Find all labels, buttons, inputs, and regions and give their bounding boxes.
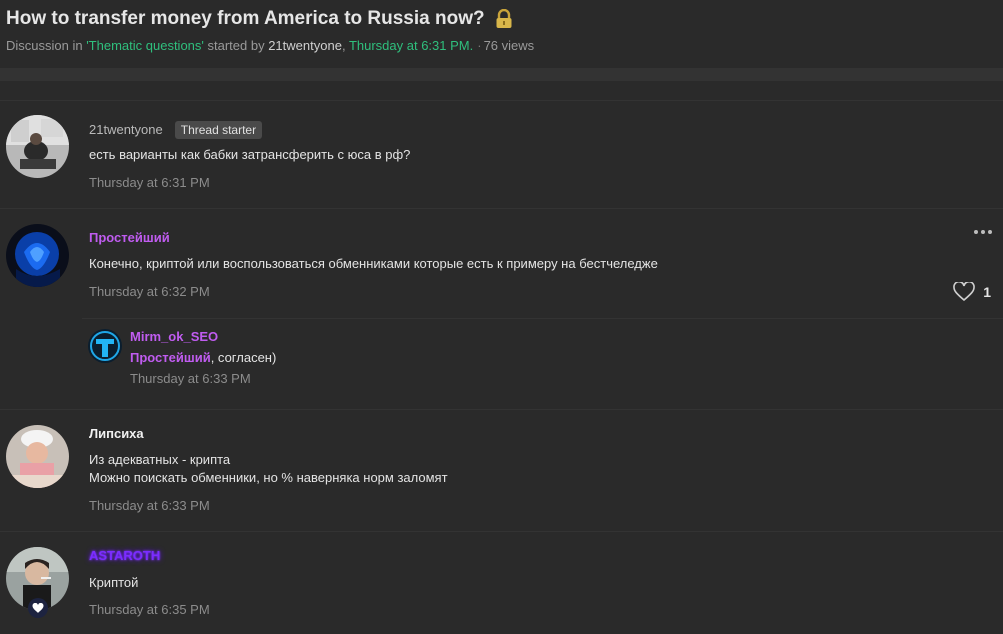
post-username[interactable]: 21twentyone Thread starter bbox=[89, 121, 263, 139]
thread-start-time[interactable]: Thursday at 6:31 PM. bbox=[349, 38, 473, 53]
like-count: 1 bbox=[983, 284, 991, 300]
meta-comma: , bbox=[341, 38, 349, 53]
post-message: Конечно, криптой или воспользоваться обм… bbox=[89, 256, 658, 271]
heart-badge-icon bbox=[28, 598, 48, 618]
thread-starter-link[interactable]: 21twentyone bbox=[268, 38, 342, 53]
post-message: Из адекватных - крипта Можно поискать об… bbox=[89, 451, 448, 487]
header-divider-band bbox=[0, 68, 1003, 81]
comment-reply: Mirm_ok_SEO Простейший, согласен) Thursd… bbox=[82, 318, 1003, 409]
message-line-2: Можно поискать обменники, но % наверняка… bbox=[89, 470, 448, 485]
mention-link[interactable]: Простейший bbox=[130, 350, 211, 365]
avatar[interactable] bbox=[6, 224, 69, 287]
avatar[interactable] bbox=[6, 425, 69, 488]
reply-message-text: , согласен) bbox=[210, 350, 277, 365]
post-username[interactable]: Липсиха bbox=[89, 426, 144, 441]
thread-meta: Discussion in 'Thematic questions' start… bbox=[6, 38, 1003, 53]
view-count: 76 views bbox=[483, 38, 535, 53]
post-4: ASTAROTH Криптой Thursday at 6:35 PM bbox=[0, 531, 1003, 634]
post-username[interactable]: Простейший bbox=[89, 230, 170, 245]
thread-title: How to transfer money from America to Ru… bbox=[6, 8, 485, 29]
lock-icon bbox=[496, 9, 512, 28]
meta-prefix: Discussion in bbox=[6, 38, 87, 53]
post-message: есть варианты как бабки затрансферить с … bbox=[89, 147, 411, 162]
post-time[interactable]: Thursday at 6:32 PM bbox=[89, 284, 210, 299]
reply-username[interactable]: Mirm_ok_SEO bbox=[130, 329, 218, 344]
post-time[interactable]: Thursday at 6:33 PM bbox=[89, 498, 210, 513]
post-1: 21twentyone Thread starter есть варианты … bbox=[0, 100, 1003, 209]
like-button[interactable]: 1 bbox=[953, 282, 991, 302]
username-text[interactable]: 21twentyone bbox=[89, 122, 163, 137]
thread-title-row: How to transfer money from America to Ru… bbox=[6, 6, 1003, 32]
post-message: Криптой bbox=[89, 575, 139, 590]
reply-time[interactable]: Thursday at 6:33 PM bbox=[130, 371, 251, 386]
post-time[interactable]: Thursday at 6:31 PM bbox=[89, 175, 210, 190]
reply-message: Простейший, согласен) bbox=[130, 350, 276, 365]
post-username[interactable]: ASTAROTH bbox=[89, 548, 160, 563]
meta-dot: · bbox=[477, 38, 482, 53]
avatar[interactable] bbox=[6, 115, 69, 178]
more-options-icon[interactable] bbox=[973, 228, 993, 236]
avatar[interactable] bbox=[88, 329, 122, 363]
message-line-1: Из адекватных - крипта bbox=[89, 452, 231, 467]
thread-header: How to transfer money from America to Ru… bbox=[6, 6, 1003, 53]
meta-started-by: started by bbox=[203, 38, 269, 53]
post-3: Липсиха Из адекватных - крипта Можно пои… bbox=[0, 409, 1003, 532]
thread-starter-badge: Thread starter bbox=[174, 121, 263, 139]
post-time[interactable]: Thursday at 6:35 PM bbox=[89, 602, 210, 617]
heart-icon[interactable] bbox=[953, 282, 976, 302]
thread-page: How to transfer money from America to Ru… bbox=[0, 0, 1003, 634]
forum-link[interactable]: 'Thematic questions' bbox=[86, 38, 204, 53]
